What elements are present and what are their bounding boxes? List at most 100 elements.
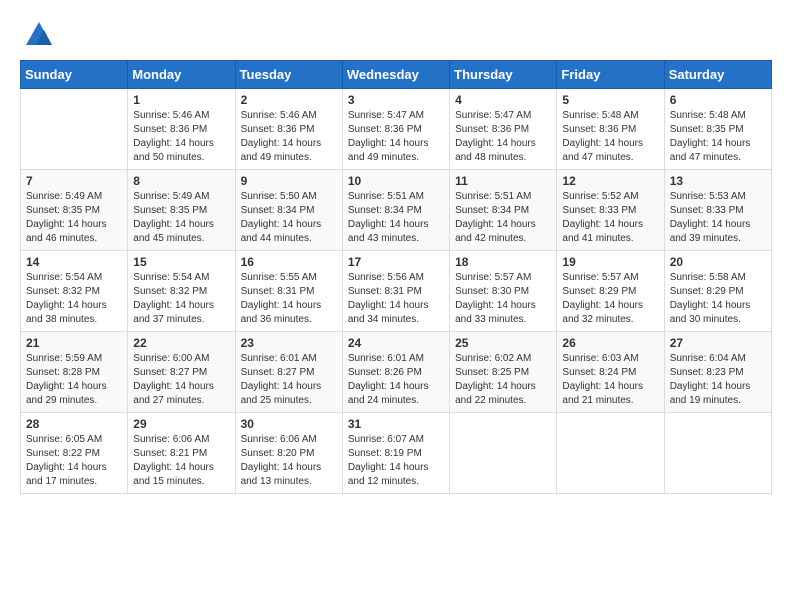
day-info: Sunrise: 6:02 AM Sunset: 8:25 PM Dayligh… bbox=[455, 352, 551, 408]
day-number: 30 bbox=[241, 417, 337, 431]
day-number: 13 bbox=[670, 174, 766, 188]
calendar-cell: 22 Sunrise: 6:00 AM Sunset: 8:27 PM Dayli… bbox=[128, 332, 235, 413]
day-info: Sunrise: 6:07 AM Sunset: 8:19 PM Dayligh… bbox=[348, 433, 444, 489]
day-number: 27 bbox=[670, 336, 766, 350]
day-info: Sunrise: 5:54 AM Sunset: 8:32 PM Dayligh… bbox=[26, 271, 122, 327]
calendar-cell: 2Sunrise: 5:46 AM Sunset: 8:36 PM Daylig… bbox=[235, 89, 342, 170]
day-number: 24 bbox=[348, 336, 444, 350]
day-info: Sunrise: 6:01 AM Sunset: 8:26 PM Dayligh… bbox=[348, 352, 444, 408]
day-info: Sunrise: 5:54 AM Sunset: 8:32 PM Dayligh… bbox=[133, 271, 229, 327]
calendar-cell: 31 Sunrise: 6:07 AM Sunset: 8:19 PM Dayli… bbox=[342, 413, 449, 494]
day-info: Sunrise: 5:57 AM Sunset: 8:29 PM Dayligh… bbox=[562, 271, 658, 327]
calendar-cell bbox=[21, 89, 128, 170]
day-info: Sunrise: 5:53 AM Sunset: 8:33 PM Dayligh… bbox=[670, 190, 766, 246]
calendar-cell: 24 Sunrise: 6:01 AM Sunset: 8:26 PM Dayli… bbox=[342, 332, 449, 413]
calendar-week-row: 21Sunrise: 5:59 AM Sunset: 8:28 PM Dayli… bbox=[21, 332, 772, 413]
day-info: Sunrise: 5:55 AM Sunset: 8:31 PM Dayligh… bbox=[241, 271, 337, 327]
day-number: 6 bbox=[670, 93, 766, 107]
day-number: 8 bbox=[133, 174, 229, 188]
calendar-week-row: 7 Sunrise: 5:49 AM Sunset: 8:35 PM Daylig… bbox=[21, 170, 772, 251]
header bbox=[20, 20, 772, 50]
calendar-cell: 20Sunrise: 5:58 AM Sunset: 8:29 PM Dayli… bbox=[664, 251, 771, 332]
day-number: 5 bbox=[562, 93, 658, 107]
day-info: Sunrise: 5:58 AM Sunset: 8:29 PM Dayligh… bbox=[670, 271, 766, 327]
day-info: Sunrise: 6:05 AM Sunset: 8:22 PM Dayligh… bbox=[26, 433, 122, 489]
calendar-cell: 14 Sunrise: 5:54 AM Sunset: 8:32 PM Dayli… bbox=[21, 251, 128, 332]
day-number: 16 bbox=[241, 255, 337, 269]
calendar-cell: 6 Sunrise: 5:48 AM Sunset: 8:35 PM Daylig… bbox=[664, 89, 771, 170]
day-info: Sunrise: 5:51 AM Sunset: 8:34 PM Dayligh… bbox=[348, 190, 444, 246]
day-number: 23 bbox=[241, 336, 337, 350]
day-info: Sunrise: 5:59 AM Sunset: 8:28 PM Dayligh… bbox=[26, 352, 122, 408]
day-info: Sunrise: 5:49 AM Sunset: 8:35 PM Dayligh… bbox=[26, 190, 122, 246]
logo-icon bbox=[24, 20, 54, 50]
calendar-cell: 10 Sunrise: 5:51 AM Sunset: 8:34 PM Dayli… bbox=[342, 170, 449, 251]
calendar-header-friday: Friday bbox=[557, 61, 664, 89]
calendar-week-row: 14 Sunrise: 5:54 AM Sunset: 8:32 PM Dayli… bbox=[21, 251, 772, 332]
day-number: 1 bbox=[133, 93, 229, 107]
day-info: Sunrise: 5:48 AM Sunset: 8:36 PM Dayligh… bbox=[562, 109, 658, 165]
day-number: 19 bbox=[562, 255, 658, 269]
calendar-table: SundayMondayTuesdayWednesdayThursdayFrid… bbox=[20, 60, 772, 494]
day-info: Sunrise: 5:46 AM Sunset: 8:36 PM Dayligh… bbox=[241, 109, 337, 165]
calendar-cell: 12Sunrise: 5:52 AM Sunset: 8:33 PM Dayli… bbox=[557, 170, 664, 251]
calendar-cell bbox=[450, 413, 557, 494]
day-number: 3 bbox=[348, 93, 444, 107]
day-info: Sunrise: 6:06 AM Sunset: 8:21 PM Dayligh… bbox=[133, 433, 229, 489]
calendar-cell: 25Sunrise: 6:02 AM Sunset: 8:25 PM Dayli… bbox=[450, 332, 557, 413]
calendar-cell: 30 Sunrise: 6:06 AM Sunset: 8:20 PM Dayli… bbox=[235, 413, 342, 494]
day-number: 26 bbox=[562, 336, 658, 350]
day-number: 11 bbox=[455, 174, 551, 188]
calendar-cell bbox=[557, 413, 664, 494]
logo bbox=[20, 20, 54, 50]
calendar-cell: 23 Sunrise: 6:01 AM Sunset: 8:27 PM Dayli… bbox=[235, 332, 342, 413]
day-info: Sunrise: 6:03 AM Sunset: 8:24 PM Dayligh… bbox=[562, 352, 658, 408]
day-info: Sunrise: 6:04 AM Sunset: 8:23 PM Dayligh… bbox=[670, 352, 766, 408]
calendar-week-row: 1 Sunrise: 5:46 AM Sunset: 8:36 PM Daylig… bbox=[21, 89, 772, 170]
day-info: Sunrise: 6:00 AM Sunset: 8:27 PM Dayligh… bbox=[133, 352, 229, 408]
day-info: Sunrise: 5:51 AM Sunset: 8:34 PM Dayligh… bbox=[455, 190, 551, 246]
day-number: 4 bbox=[455, 93, 551, 107]
day-info: Sunrise: 5:48 AM Sunset: 8:35 PM Dayligh… bbox=[670, 109, 766, 165]
day-info: Sunrise: 5:46 AM Sunset: 8:36 PM Dayligh… bbox=[133, 109, 229, 165]
day-info: Sunrise: 5:47 AM Sunset: 8:36 PM Dayligh… bbox=[348, 109, 444, 165]
calendar-cell bbox=[664, 413, 771, 494]
day-number: 10 bbox=[348, 174, 444, 188]
calendar-week-row: 28Sunrise: 6:05 AM Sunset: 8:22 PM Dayli… bbox=[21, 413, 772, 494]
day-info: Sunrise: 6:01 AM Sunset: 8:27 PM Dayligh… bbox=[241, 352, 337, 408]
day-number: 22 bbox=[133, 336, 229, 350]
calendar-cell: 11 Sunrise: 5:51 AM Sunset: 8:34 PM Dayli… bbox=[450, 170, 557, 251]
calendar-cell: 16 Sunrise: 5:55 AM Sunset: 8:31 PM Dayli… bbox=[235, 251, 342, 332]
day-number: 17 bbox=[348, 255, 444, 269]
calendar-cell: 5 Sunrise: 5:48 AM Sunset: 8:36 PM Daylig… bbox=[557, 89, 664, 170]
calendar-header-saturday: Saturday bbox=[664, 61, 771, 89]
day-number: 29 bbox=[133, 417, 229, 431]
calendar-cell: 4Sunrise: 5:47 AM Sunset: 8:36 PM Daylig… bbox=[450, 89, 557, 170]
calendar-cell: 15 Sunrise: 5:54 AM Sunset: 8:32 PM Dayli… bbox=[128, 251, 235, 332]
calendar-cell: 21Sunrise: 5:59 AM Sunset: 8:28 PM Dayli… bbox=[21, 332, 128, 413]
calendar-cell: 1 Sunrise: 5:46 AM Sunset: 8:36 PM Daylig… bbox=[128, 89, 235, 170]
calendar-cell: 27 Sunrise: 6:04 AM Sunset: 8:23 PM Dayli… bbox=[664, 332, 771, 413]
calendar-cell: 7 Sunrise: 5:49 AM Sunset: 8:35 PM Daylig… bbox=[21, 170, 128, 251]
calendar-header-wednesday: Wednesday bbox=[342, 61, 449, 89]
day-info: Sunrise: 5:50 AM Sunset: 8:34 PM Dayligh… bbox=[241, 190, 337, 246]
day-number: 31 bbox=[348, 417, 444, 431]
calendar-header-tuesday: Tuesday bbox=[235, 61, 342, 89]
day-info: Sunrise: 5:56 AM Sunset: 8:31 PM Dayligh… bbox=[348, 271, 444, 327]
day-info: Sunrise: 5:49 AM Sunset: 8:35 PM Dayligh… bbox=[133, 190, 229, 246]
calendar-cell: 19 Sunrise: 5:57 AM Sunset: 8:29 PM Dayli… bbox=[557, 251, 664, 332]
day-number: 7 bbox=[26, 174, 122, 188]
day-info: Sunrise: 6:06 AM Sunset: 8:20 PM Dayligh… bbox=[241, 433, 337, 489]
calendar-cell: 26 Sunrise: 6:03 AM Sunset: 8:24 PM Dayli… bbox=[557, 332, 664, 413]
calendar-header-row: SundayMondayTuesdayWednesdayThursdayFrid… bbox=[21, 61, 772, 89]
calendar-cell: 17 Sunrise: 5:56 AM Sunset: 8:31 PM Dayli… bbox=[342, 251, 449, 332]
calendar-cell: 9 Sunrise: 5:50 AM Sunset: 8:34 PM Daylig… bbox=[235, 170, 342, 251]
day-number: 9 bbox=[241, 174, 337, 188]
day-number: 18 bbox=[455, 255, 551, 269]
calendar-cell: 8 Sunrise: 5:49 AM Sunset: 8:35 PM Daylig… bbox=[128, 170, 235, 251]
calendar-cell: 28Sunrise: 6:05 AM Sunset: 8:22 PM Dayli… bbox=[21, 413, 128, 494]
calendar-header-thursday: Thursday bbox=[450, 61, 557, 89]
calendar-cell: 18Sunrise: 5:57 AM Sunset: 8:30 PM Dayli… bbox=[450, 251, 557, 332]
day-number: 15 bbox=[133, 255, 229, 269]
day-number: 14 bbox=[26, 255, 122, 269]
